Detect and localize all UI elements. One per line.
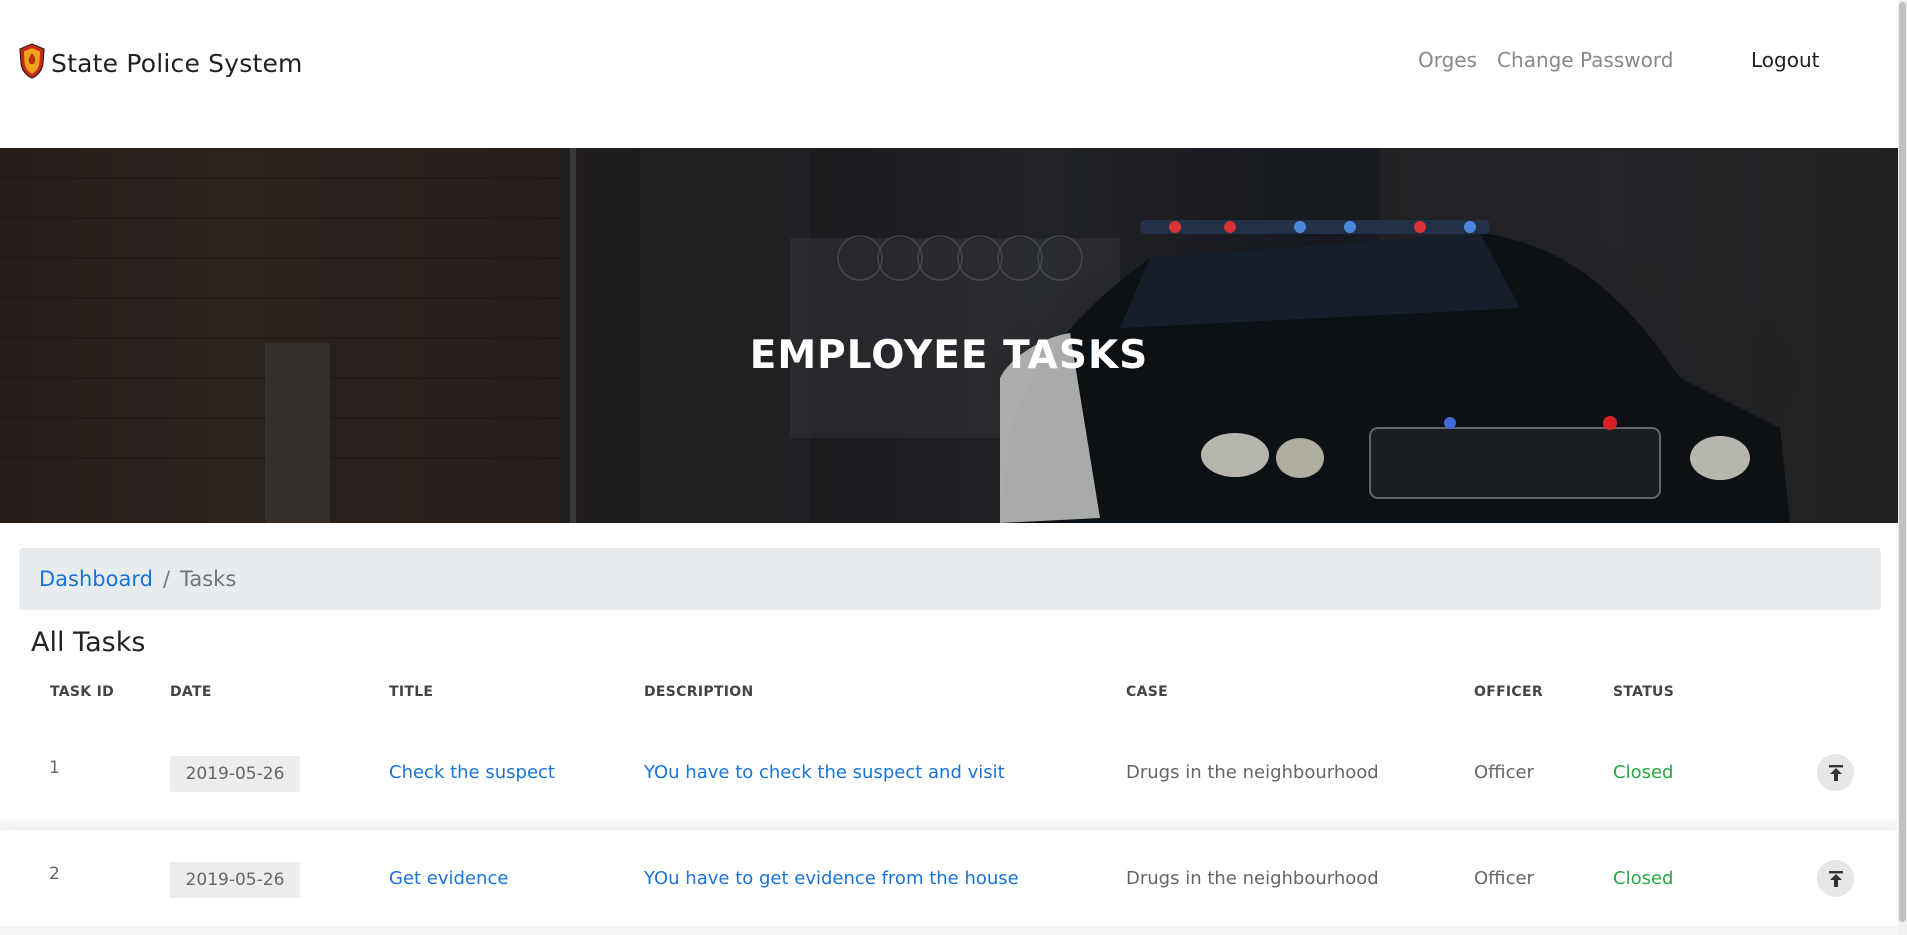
move-to-top-icon: [1828, 764, 1843, 781]
move-to-top-icon: [1828, 870, 1843, 887]
hero-banner: EMPLOYEE TASKS: [0, 148, 1898, 523]
column-header-case: CASE: [1126, 684, 1168, 700]
task-date: 2019-05-26: [170, 756, 300, 792]
task-case: Drugs in the neighbourhood: [1126, 868, 1379, 889]
row-action-button[interactable]: [1817, 754, 1854, 791]
task-status: Closed: [1613, 762, 1674, 783]
page-title: EMPLOYEE TASKS: [749, 333, 1149, 378]
police-shield-icon: [19, 43, 45, 83]
task-description-link[interactable]: YOu have to check the suspect and visit: [644, 762, 1005, 783]
breadcrumb: Dashboard / Tasks: [19, 548, 1881, 610]
row-divider: [0, 926, 1898, 935]
table-header: TASK ID DATE TITLE DESCRIPTION CASE OFFI…: [0, 680, 1898, 704]
row-action-button[interactable]: [1817, 860, 1854, 897]
task-description-link[interactable]: YOu have to get evidence from the house: [644, 868, 1019, 889]
column-header-task-id: TASK ID: [50, 684, 115, 700]
task-date: 2019-05-26: [170, 862, 300, 898]
column-header-status: STATUS: [1613, 684, 1675, 700]
breadcrumb-dashboard-link[interactable]: Dashboard: [39, 567, 153, 591]
task-title-link[interactable]: Get evidence: [389, 868, 508, 889]
brand-name: State Police System: [51, 48, 303, 78]
task-status: Closed: [1613, 868, 1674, 889]
breadcrumb-current: Tasks: [180, 567, 237, 591]
task-title-link[interactable]: Check the suspect: [389, 762, 555, 783]
navbar: State Police System Orges Change Passwor…: [0, 0, 1898, 148]
task-officer: Officer: [1474, 762, 1534, 783]
column-header-title: TITLE: [389, 684, 434, 700]
task-id: 1: [49, 758, 60, 778]
breadcrumb-separator: /: [162, 567, 171, 591]
row-divider: [0, 820, 1898, 830]
table-row: 2 2019-05-26 Get evidence YOu have to ge…: [0, 830, 1898, 926]
brand[interactable]: State Police System: [19, 43, 303, 83]
logout-link[interactable]: Logout: [1751, 48, 1819, 72]
task-id: 2: [49, 864, 60, 884]
section-title: All Tasks: [31, 627, 146, 658]
nav-link-orges[interactable]: Orges: [1418, 48, 1477, 72]
nav-link-change-password[interactable]: Change Password: [1497, 48, 1673, 72]
column-header-officer: OFFICER: [1474, 684, 1543, 700]
task-officer: Officer: [1474, 868, 1534, 889]
column-header-date: DATE: [170, 684, 212, 700]
task-case: Drugs in the neighbourhood: [1126, 762, 1379, 783]
column-header-description: DESCRIPTION: [644, 684, 754, 700]
nav-links: Orges Change Password: [1418, 48, 1693, 72]
table-row: 1 2019-05-26 Check the suspect YOu have …: [0, 724, 1898, 820]
scrollbar-thumb[interactable]: [1899, 2, 1906, 922]
